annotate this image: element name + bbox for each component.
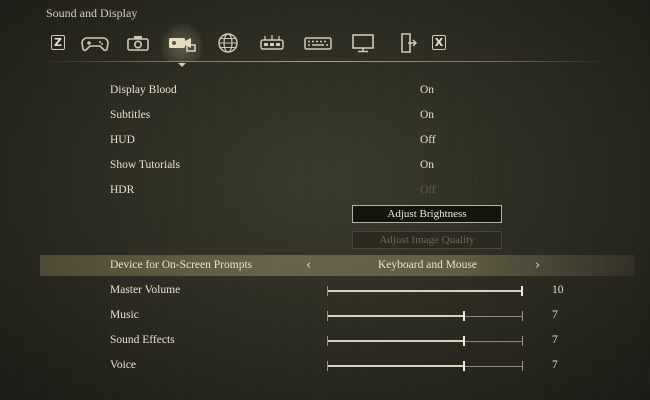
slider-fill — [327, 290, 522, 292]
slider-fill — [327, 365, 464, 367]
tab-controls[interactable] — [257, 32, 287, 54]
slider-value: 10 — [552, 284, 564, 296]
tab-gamepad[interactable] — [80, 32, 110, 54]
slider-handle[interactable] — [521, 286, 523, 296]
window-title: Sound and Display — [46, 6, 138, 20]
slider-value: 7 — [552, 359, 558, 371]
display-camera-icon — [169, 38, 196, 52]
slider-max-tick — [522, 361, 523, 371]
tab-network[interactable] — [213, 32, 243, 54]
setting-label: HDR — [110, 184, 135, 196]
slider-handle[interactable] — [463, 336, 465, 346]
slider-max-tick — [522, 336, 523, 346]
slider-max-tick — [522, 311, 523, 321]
slider-label: Music — [110, 309, 139, 321]
tab-display[interactable] — [348, 32, 378, 54]
setting-label: HUD — [110, 134, 135, 146]
setting-value[interactable]: On — [420, 159, 434, 171]
setting-value[interactable]: On — [420, 109, 434, 121]
tab-bar: Z X — [0, 24, 650, 67]
slider-min-tick — [327, 311, 328, 321]
setting-value: Keyboard and Mouse — [378, 259, 478, 271]
slider-label: Sound Effects — [110, 334, 175, 346]
slider-min-tick — [327, 336, 328, 346]
keyboard-icon — [304, 37, 332, 50]
chevron-left-icon[interactable]: ‹ — [306, 258, 311, 273]
setting-show-tutorials[interactable]: Show Tutorials On — [0, 155, 650, 177]
globe-icon — [218, 33, 238, 53]
slider-music[interactable]: Music 7 — [0, 305, 650, 327]
tab-bar-divider — [40, 61, 610, 62]
slider-fill — [327, 315, 464, 317]
adjust-brightness-button[interactable]: Adjust Brightness — [352, 205, 502, 223]
tab-sound-display[interactable] — [161, 24, 203, 67]
gamepad-icon — [81, 37, 109, 52]
slider-master-volume[interactable]: Master Volume 10 — [0, 280, 650, 302]
setting-label: Show Tutorials — [110, 159, 180, 171]
controller-buttons-icon — [260, 35, 284, 50]
setting-hdr: HDR Off — [0, 180, 650, 202]
slider-label: Master Volume — [110, 284, 181, 296]
camera-icon — [127, 36, 149, 51]
prev-tab-key[interactable]: Z — [51, 35, 65, 50]
setting-device-prompts[interactable]: Device for On-Screen Prompts ‹ Keyboard … — [0, 255, 650, 277]
setting-value: Off — [420, 184, 436, 196]
slider-fill — [327, 340, 464, 342]
adjust-image-quality-button: Adjust Image Quality — [352, 231, 502, 249]
slider-sound-effects[interactable]: Sound Effects 7 — [0, 330, 650, 352]
tab-keyboard[interactable] — [303, 32, 333, 54]
slider-handle[interactable] — [463, 361, 465, 371]
tab-exit[interactable] — [392, 32, 422, 54]
monitor-icon — [352, 34, 374, 53]
slider-min-tick — [327, 361, 328, 371]
slider-min-tick — [327, 286, 328, 296]
slider-value: 7 — [552, 309, 558, 321]
slider-value: 7 — [552, 334, 558, 346]
setting-subtitles[interactable]: Subtitles On — [0, 105, 650, 127]
setting-value[interactable]: Off — [420, 134, 436, 146]
slider-label: Voice — [110, 359, 136, 371]
setting-label: Display Blood — [110, 84, 177, 96]
setting-hud[interactable]: HUD Off — [0, 130, 650, 152]
chevron-right-icon[interactable]: › — [535, 258, 540, 273]
exit-door-icon — [401, 33, 418, 53]
setting-label: Device for On-Screen Prompts — [110, 259, 253, 271]
slider-voice[interactable]: Voice 7 — [0, 355, 650, 377]
setting-display-blood[interactable]: Display Blood On — [0, 80, 650, 102]
next-tab-key[interactable]: X — [432, 35, 446, 50]
tab-camera[interactable] — [123, 32, 153, 54]
slider-handle[interactable] — [463, 311, 465, 321]
setting-value[interactable]: On — [420, 84, 434, 96]
setting-label: Subtitles — [110, 109, 151, 121]
